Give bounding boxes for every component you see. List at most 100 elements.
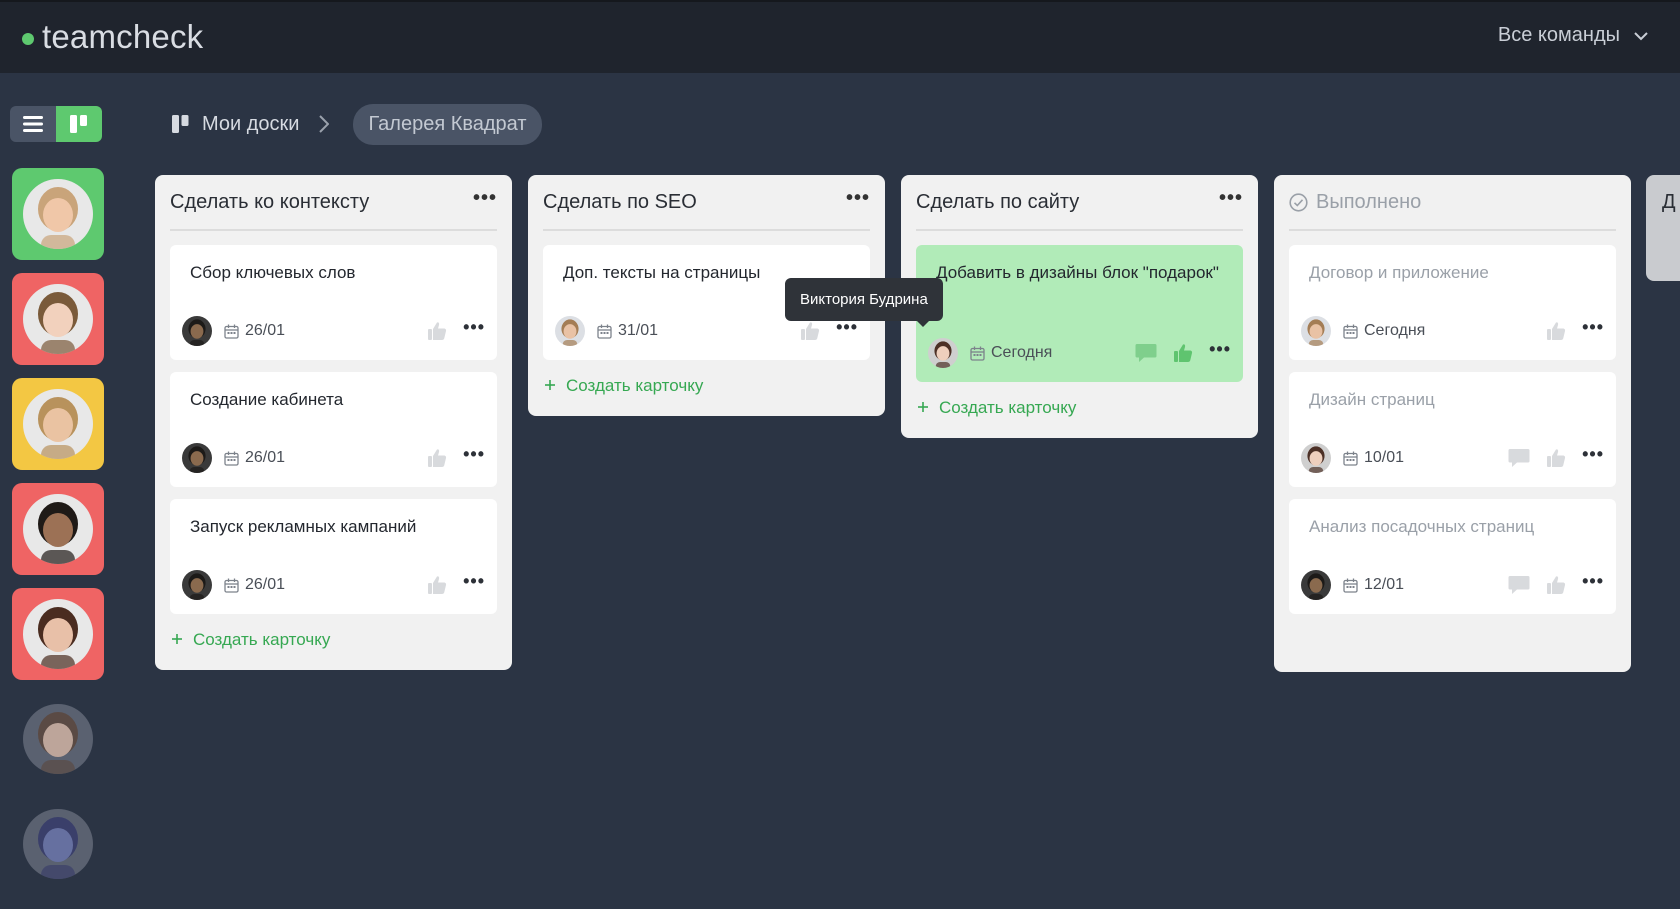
avatar (23, 284, 93, 354)
assignee-avatar[interactable] (928, 338, 958, 368)
card-date-text: 31/01 (618, 322, 659, 339)
like-icon[interactable] (427, 321, 447, 341)
comment-icon[interactable] (1508, 448, 1530, 468)
card-date-text: 26/01 (245, 322, 286, 339)
column-menu-icon[interactable]: ••• (473, 187, 497, 210)
like-icon[interactable] (1546, 448, 1566, 468)
team-members-sidebar (12, 168, 104, 903)
assignee-avatar[interactable] (1301, 316, 1331, 346)
column-title: Сделать ко контексту (170, 190, 370, 213)
card-footer: 10/01 ••• (1301, 443, 1604, 473)
card-menu-icon[interactable]: ••• (463, 571, 485, 592)
avatar (23, 389, 93, 459)
card-list: Сбор ключевых слов 26/01 ••• Создание каби… (155, 231, 512, 614)
like-icon[interactable] (427, 448, 447, 468)
column-menu-icon[interactable]: ••• (846, 187, 870, 210)
card-due-date: 31/01 (597, 322, 658, 340)
comment-icon[interactable] (1135, 343, 1157, 363)
assignee-avatar[interactable] (182, 443, 212, 473)
task-card[interactable]: Сбор ключевых слов 26/01 ••• (170, 245, 497, 360)
avatar (23, 494, 93, 564)
card-footer: 12/01 ••• (1301, 570, 1604, 600)
card-footer: 26/01 ••• (182, 570, 485, 600)
task-card[interactable]: Дизайн страниц 10/01 ••• (1289, 372, 1616, 487)
calendar-icon (597, 324, 612, 339)
board-icon (172, 115, 190, 133)
breadcrumb-my-boards[interactable]: Мои доски (202, 113, 299, 136)
column-header: Сделать по SEO ••• (543, 175, 870, 231)
card-actions: ••• (1135, 339, 1231, 363)
board-view-button[interactable] (56, 106, 102, 142)
task-card[interactable]: Договор и приложение Сегодня ••• (1289, 245, 1616, 360)
column-menu-icon[interactable]: ••• (1219, 187, 1243, 210)
partial-column[interactable]: Д (1646, 175, 1680, 281)
card-title: Анализ посадочных страниц (1309, 517, 1535, 536)
card-title: Создание кабинета (190, 390, 344, 409)
like-icon[interactable] (1173, 343, 1193, 363)
card-menu-icon[interactable]: ••• (463, 444, 485, 465)
card-actions: ••• (1508, 571, 1604, 595)
create-card-button[interactable]: Создать карточку (528, 372, 885, 416)
card-menu-icon[interactable]: ••• (1582, 444, 1604, 465)
column-header: Сделать ко контексту ••• (170, 175, 497, 231)
column-title: Сделать по SEO (543, 190, 697, 213)
team-member-avatar[interactable] (12, 483, 104, 575)
comment-icon[interactable] (1508, 575, 1530, 595)
card-due-date: 26/01 (224, 322, 285, 340)
assignee-avatar[interactable] (555, 316, 585, 346)
top-bar: teamcheck Все команды (0, 0, 1680, 73)
card-title: Запуск рекламных кампаний (190, 517, 417, 536)
assignee-avatar[interactable] (182, 316, 212, 346)
card-menu-icon[interactable]: ••• (1582, 317, 1604, 338)
list-icon (23, 116, 43, 132)
calendar-icon (1343, 578, 1358, 593)
card-actions: ••• (427, 571, 485, 595)
card-date-text: Сегодня (1364, 322, 1426, 339)
card-actions: ••• (427, 444, 485, 468)
assignee-avatar[interactable] (182, 570, 212, 600)
calendar-icon (224, 324, 239, 339)
assignee-avatar[interactable] (1301, 570, 1331, 600)
logo-dot-icon (22, 33, 34, 45)
team-member-avatar[interactable] (12, 273, 104, 365)
logo[interactable]: teamcheck (22, 18, 203, 56)
task-card[interactable]: Добавить в дизайны блок "подарок" Сегодн… (916, 245, 1243, 382)
like-icon[interactable] (1546, 575, 1566, 595)
like-icon[interactable] (1546, 321, 1566, 341)
team-member-avatar[interactable] (12, 588, 104, 680)
create-card-button[interactable]: Создать карточку (901, 394, 1258, 438)
team-member-avatar[interactable] (12, 378, 104, 470)
card-menu-icon[interactable]: ••• (463, 317, 485, 338)
card-menu-icon[interactable]: ••• (1582, 571, 1604, 592)
assignee-tooltip: Виктория Будрина (785, 278, 943, 327)
task-card[interactable]: Запуск рекламных кампаний 26/01 ••• (170, 499, 497, 614)
plus-icon (171, 630, 183, 650)
calendar-icon (224, 578, 239, 593)
card-list: Договор и приложение Сегодня ••• Дизайн ст… (1274, 231, 1631, 614)
card-title: Сбор ключевых слов (190, 263, 356, 282)
logo-text: teamcheck (42, 18, 204, 55)
card-actions: ••• (800, 317, 858, 341)
card-footer: 26/01 ••• (182, 443, 485, 473)
task-card[interactable]: Создание кабинета 26/01 ••• (170, 372, 497, 487)
like-icon[interactable] (800, 321, 820, 341)
breadcrumb-current-board[interactable]: Галерея Квадрат (353, 103, 542, 145)
column-header: Выполнено (1289, 175, 1616, 231)
check-circle-icon (1289, 192, 1308, 212)
create-card-label: Создать карточку (193, 630, 331, 649)
list-view-button[interactable] (10, 106, 56, 142)
team-member-avatar[interactable] (12, 168, 104, 260)
team-select-dropdown[interactable]: Все команды (1498, 24, 1648, 47)
team-member-avatar[interactable] (12, 798, 104, 890)
task-card[interactable]: Анализ посадочных страниц 12/01 ••• (1289, 499, 1616, 614)
team-member-avatar[interactable] (12, 693, 104, 785)
card-menu-icon[interactable]: ••• (1209, 339, 1231, 360)
card-actions: ••• (427, 317, 485, 341)
calendar-icon (1343, 451, 1358, 466)
create-card-button[interactable]: Создать карточку (155, 626, 512, 670)
column-header: Сделать по сайту ••• (916, 175, 1243, 231)
like-icon[interactable] (427, 575, 447, 595)
board-column: Сделать по сайту ••• Добавить в дизайны бл… (901, 175, 1258, 438)
assignee-avatar[interactable] (1301, 443, 1331, 473)
chevron-down-icon (1634, 31, 1648, 41)
